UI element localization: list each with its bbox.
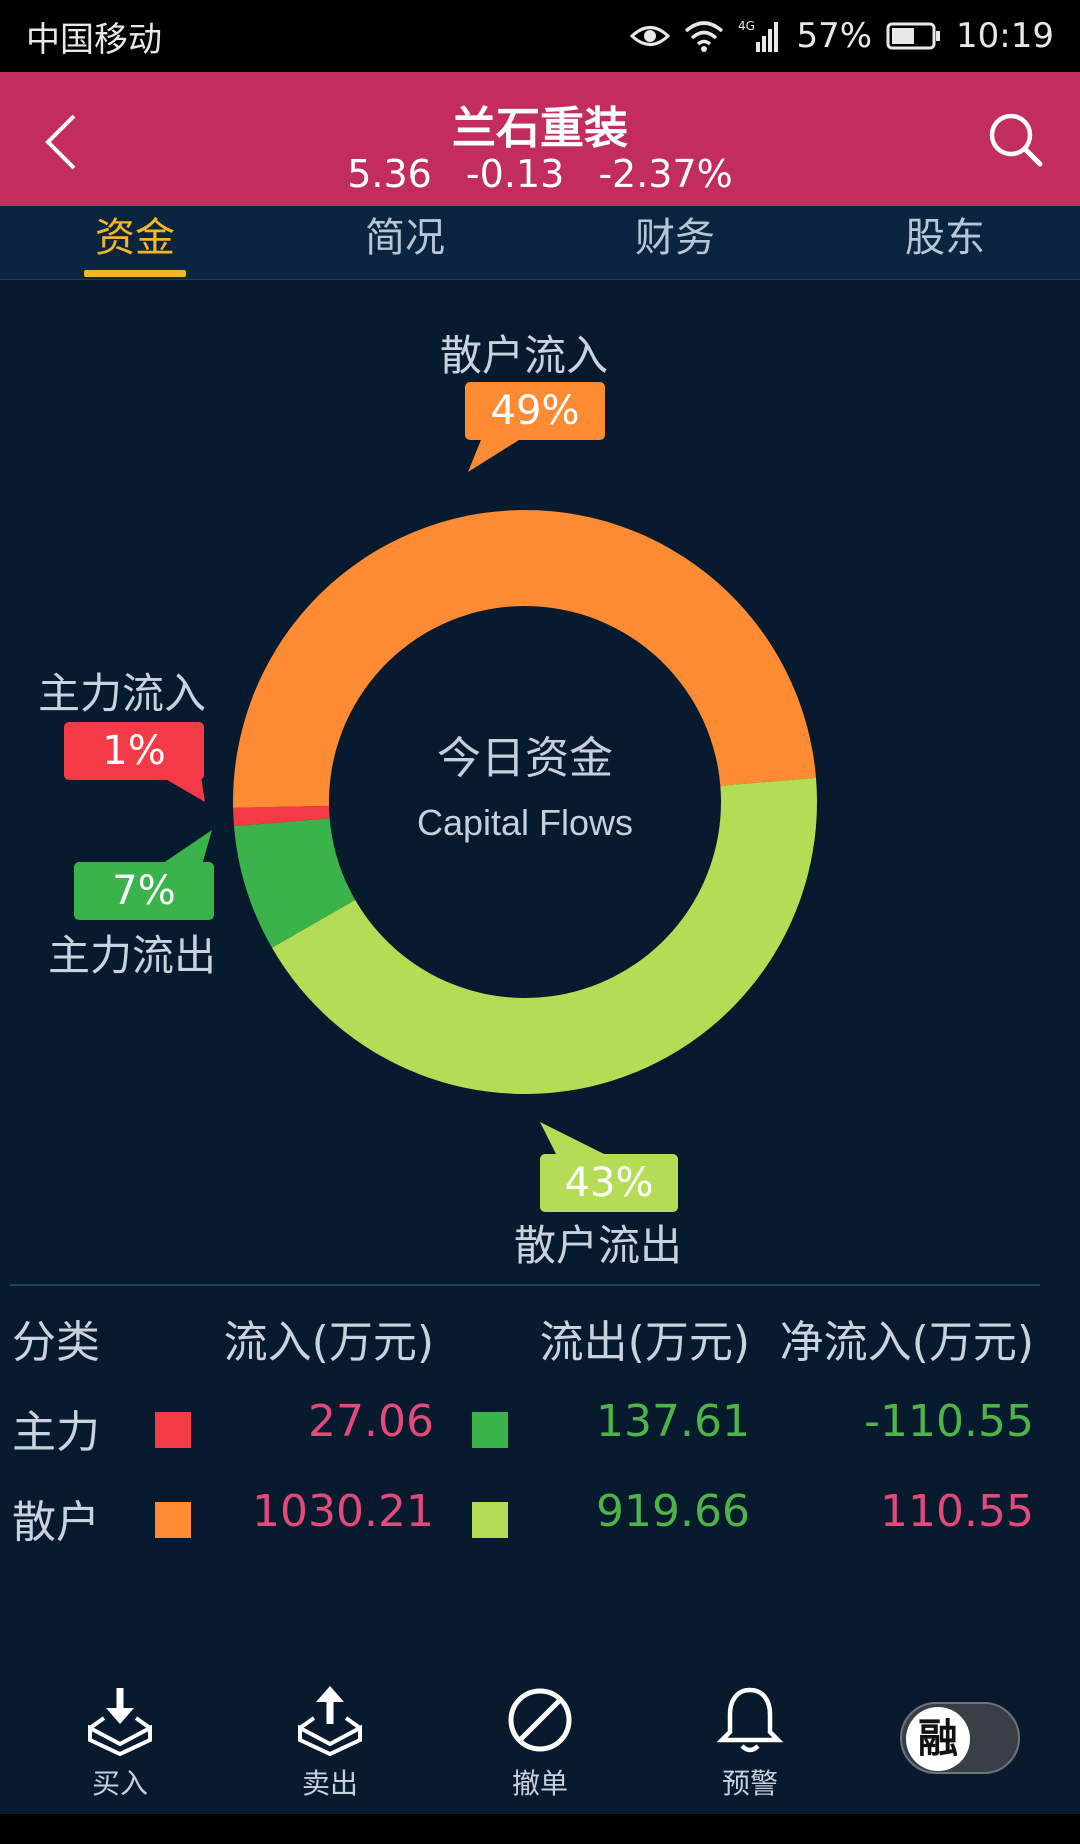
clock: 10:19: [956, 16, 1054, 56]
cancel-order-icon: [508, 1688, 572, 1752]
tab-capital[interactable]: 资金: [0, 206, 270, 279]
status-bar: 中国移动 4G 57% 10:19: [0, 0, 1080, 72]
row-category: 主力: [12, 1407, 100, 1458]
cancel-order-label: 撤单: [511, 1767, 568, 1800]
row-inflow: 1030.21: [252, 1486, 434, 1537]
badge-retail-inflow: 49%: [465, 382, 605, 440]
row-category: 散户: [12, 1497, 100, 1548]
table-header: 分类 流入(万元) 流出(万元) 净流入(万元): [0, 1290, 1080, 1380]
stock-change: -0.13: [465, 152, 565, 196]
cancel-order-button[interactable]: 撤单: [480, 1684, 600, 1802]
sell-button[interactable]: 卖出: [270, 1684, 390, 1802]
row-inflow: 27.06: [308, 1396, 434, 1447]
wifi-icon: [684, 19, 724, 53]
system-nav-bar: [0, 1814, 1080, 1844]
row-outflow: 137.61: [596, 1396, 750, 1447]
search-button[interactable]: [986, 110, 1046, 170]
section-divider: [10, 1284, 1040, 1286]
badge-main-outflow: 7%: [74, 862, 214, 920]
inflow-color-swatch: [155, 1412, 191, 1448]
header-category: 分类: [12, 1317, 100, 1368]
badge-retail-outflow: 43%: [540, 1154, 678, 1212]
sell-tray-icon: [298, 1686, 362, 1756]
table-row: 散户 1030.21 919.66 110.55: [0, 1470, 1080, 1560]
chart-center-subtitle: Capital Flows: [416, 802, 634, 843]
row-net: 110.55: [880, 1486, 1034, 1537]
battery-icon: [886, 21, 942, 51]
bell-icon: [716, 1687, 784, 1753]
inflow-color-swatch: [155, 1502, 191, 1538]
tab-shareholders[interactable]: 股东: [810, 206, 1080, 279]
chart-center-title: 今日资金: [437, 733, 613, 784]
badge-main-inflow: 1%: [64, 722, 204, 780]
label-retail-outflow: 散户流出: [514, 1221, 683, 1270]
search-icon: [989, 113, 1043, 167]
buy-tray-icon: [88, 1688, 152, 1756]
sell-label: 卖出: [301, 1767, 358, 1800]
eye-icon: [630, 21, 671, 51]
buy-label: 买入: [91, 1767, 148, 1800]
label-main-outflow: 主力流出: [48, 931, 217, 980]
header-net: 净流入(万元): [779, 1317, 1034, 1368]
alert-button[interactable]: 预警: [690, 1684, 810, 1802]
margin-trading-toggle[interactable]: 融: [900, 1702, 1020, 1774]
label-retail-inflow: 散户流入: [440, 331, 609, 380]
outflow-color-swatch: [472, 1412, 508, 1448]
buy-button[interactable]: 买入: [60, 1684, 180, 1802]
capital-flow-chart: 今日资金 Capital Flows 散户流入 49% 主力流入 1% 7% 主…: [0, 282, 1080, 1272]
tab-bar: 资金 简况 财务 股东: [0, 206, 1080, 280]
tab-profile[interactable]: 简况: [270, 206, 540, 279]
outflow-color-swatch: [472, 1502, 508, 1538]
header-outflow: 流出(万元): [539, 1317, 750, 1368]
row-outflow: 919.66: [596, 1486, 750, 1537]
table-row: 主力 27.06 137.61 -110.55: [0, 1380, 1080, 1470]
alert-label: 预警: [721, 1767, 778, 1800]
bottom-action-bar: 买入 卖出 撤单 预警 融: [0, 1660, 1080, 1814]
carrier-name: 中国移动: [26, 19, 162, 60]
stock-quote: 5.36 -0.13 -2.37%: [0, 152, 1080, 196]
header-inflow: 流入(万元): [223, 1317, 434, 1368]
network-type: 4G: [738, 19, 755, 33]
stock-change-pct: -2.37%: [598, 152, 733, 196]
battery-percent: 57%: [796, 16, 873, 56]
row-net: -110.55: [864, 1396, 1034, 1447]
stock-price: 5.36: [347, 152, 432, 196]
label-main-inflow: 主力流入: [38, 669, 207, 718]
capital-flow-table: 分类 流入(万元) 流出(万元) 净流入(万元) 主力 27.06 137.61…: [0, 1290, 1080, 1560]
tab-financials[interactable]: 财务: [540, 206, 810, 279]
stock-name: 兰石重装: [452, 103, 628, 154]
margin-toggle-knob: 融: [906, 1707, 970, 1771]
signal-icon: 4G: [738, 18, 782, 54]
stock-header: 兰石重装 5.36 -0.13 -2.37%: [0, 72, 1080, 206]
